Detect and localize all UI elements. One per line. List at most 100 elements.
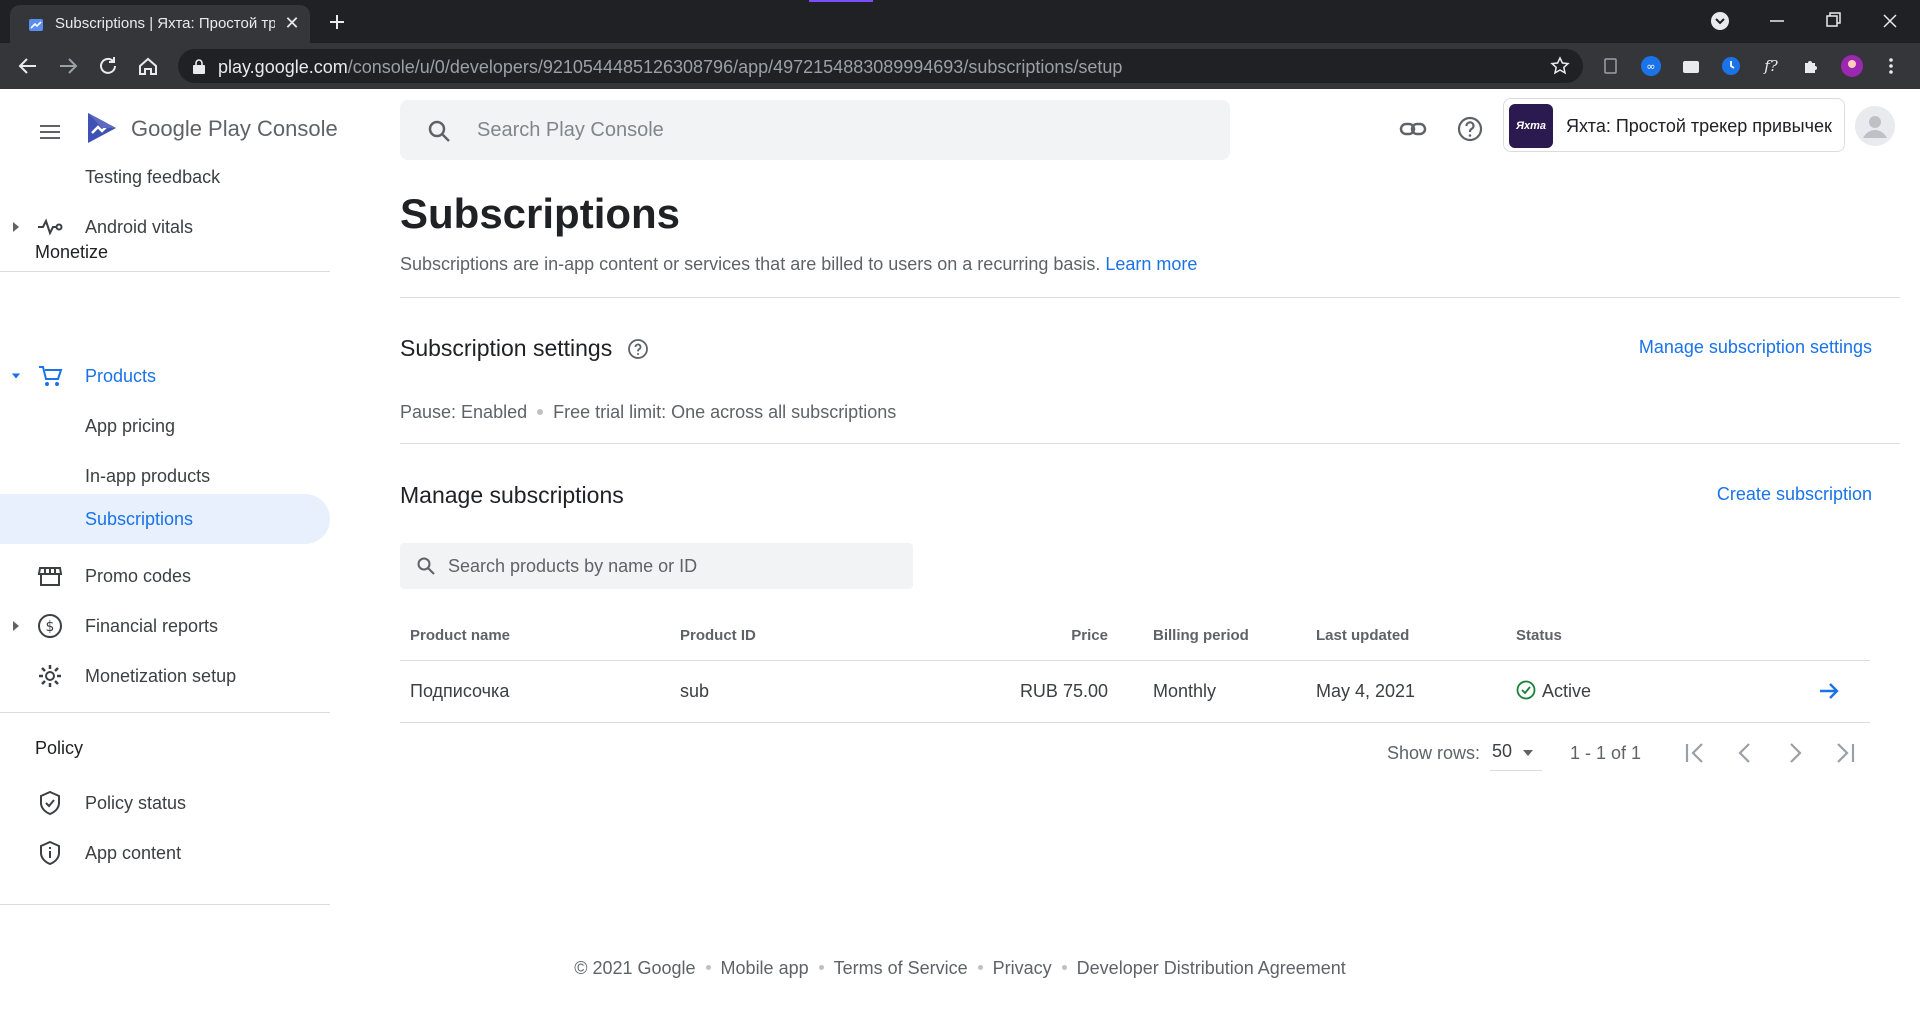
search-icon [428,120,450,142]
footer-link-privacy[interactable]: Privacy [993,958,1052,979]
address-bar[interactable]: play.google.com/console/u/0/developers/9… [178,49,1583,83]
expand-caret-icon[interactable] [11,221,21,233]
pagination-range: 1 - 1 of 1 [1570,743,1642,763]
footer-link-mobile-app[interactable]: Mobile app [721,958,809,979]
tab-close-icon[interactable]: ✕ [282,13,302,33]
link-icon[interactable] [1398,114,1428,144]
url-path: /console/u/0/developers/9210544485126308… [347,57,1123,77]
new-tab-icon[interactable] [325,10,349,34]
extension-clock-icon[interactable] [1720,55,1742,77]
expand-caret-icon[interactable] [11,620,21,632]
tab-search-icon[interactable] [1705,6,1735,36]
collapse-caret-icon[interactable] [11,370,21,382]
help-circle-icon[interactable] [627,338,649,360]
column-header-last-updated[interactable]: Last updated [1306,612,1506,661]
hamburger-menu-icon[interactable] [36,118,64,146]
table-row[interactable]: Подписочка sub RUB 75.00 Monthly May 4, … [400,660,1870,723]
extension-infinity-icon[interactable]: ∞ [1640,55,1662,77]
footer-link-terms[interactable]: Terms of Service [834,958,968,979]
sidebar-item-promo-codes[interactable]: Promo codes [0,552,330,600]
sidebar-item-label: Policy status [85,793,187,813]
column-header-product-name[interactable]: Product name [400,612,670,661]
sidebar-item-monetization-setup[interactable]: Monetization setup [0,652,330,700]
column-header-billing-period[interactable]: Billing period [1118,612,1306,661]
browser-tab[interactable]: Subscriptions | Яхта: Простой тр ✕ [10,5,310,43]
pause-status: Pause: Enabled [400,402,528,422]
sidebar-item-label: Promo codes [85,566,192,586]
last-page-icon[interactable] [1828,736,1862,770]
home-icon[interactable] [134,52,162,80]
forward-icon[interactable] [54,52,82,80]
section-divider [400,443,1900,444]
table-header-row: Product name Product ID Price Billing pe… [400,612,1870,661]
console-search-placeholder: Search Play Console [477,119,664,141]
separator-dot [1061,965,1067,970]
sidebar-item-label: App pricing [85,416,176,436]
page-title: Subscriptions [400,190,681,237]
extensions-puzzle-icon[interactable] [1800,55,1822,77]
play-console-logo-icon [88,113,116,143]
separator-dot [818,965,824,970]
lock-icon[interactable] [192,58,206,74]
url-text: play.google.com/console/u/0/developers/9… [218,57,1122,78]
brand-name-console: Console [256,116,338,141]
console-search-bar[interactable]: Search Play Console [400,100,1230,160]
minimize-icon[interactable] [1762,6,1792,36]
manage-subscriptions-title: Manage subscriptions [400,482,624,508]
footer: © 2021 Google Mobile app Terms of Service P… [0,958,1920,979]
column-header-price[interactable]: Price [870,612,1118,661]
check-circle-icon [1516,680,1536,700]
help-icon[interactable] [1455,114,1485,144]
settings-gear-icon [39,665,61,687]
sidebar-item-financial-reports[interactable]: $ Financial reports [0,602,330,650]
rows-per-page-select[interactable]: 50 [1490,737,1542,771]
app-selector[interactable]: Яхта Яхта: Простой трекер привычек [1503,98,1845,152]
restore-icon[interactable] [1818,6,1848,36]
column-header-product-id[interactable]: Product ID [670,612,870,661]
sidebar-item-label: Products [85,366,157,386]
separator-dot [977,965,983,970]
column-header-status[interactable]: Status [1506,612,1776,661]
section-title-policy: Policy [35,738,84,758]
vitals-pulse-icon [38,218,63,236]
product-search-input[interactable]: Search products by name or ID [400,543,913,589]
brand-name-google-play: Google Play [131,116,251,141]
dropdown-caret-icon [1523,750,1533,756]
manage-subscription-settings-link[interactable]: Manage subscription settings [1639,337,1872,358]
app-icon: Яхта [1509,104,1553,148]
create-subscription-link[interactable]: Create subscription [1717,484,1872,505]
next-page-icon[interactable] [1778,736,1812,770]
previous-page-icon[interactable] [1728,736,1762,770]
extension-copy-icon[interactable] [1600,55,1622,77]
sidebar-item-subscriptions[interactable]: Subscriptions [0,494,330,544]
sidebar-item-label: Monetization setup [85,666,237,686]
sidebar-item-app-content[interactable]: App content [0,829,330,877]
first-page-icon[interactable] [1678,736,1712,770]
sidebar-item-testing-feedback[interactable]: Testing feedback [0,153,330,201]
profile-avatar-icon[interactable] [1840,54,1864,78]
sidebar-divider [0,271,330,272]
footer-copyright: © 2021 Google [574,958,696,978]
extension-box-icon[interactable] [1680,55,1702,77]
back-icon[interactable] [14,52,42,80]
bookmark-star-icon[interactable] [1549,55,1571,77]
sidebar-item-app-pricing[interactable]: App pricing [0,402,330,450]
sidebar-item-policy-status[interactable]: Policy status [0,779,330,827]
learn-more-link[interactable]: Learn more [1105,254,1197,274]
show-rows-label: Show rows: [1387,743,1481,763]
settings-summary: Pause: Enabled Free trial limit: One acro… [400,402,896,423]
sidebar-item-products[interactable]: Products [0,352,330,400]
account-avatar-icon[interactable] [1855,106,1895,146]
browser-menu-icon[interactable] [1880,55,1902,77]
cell-product-id: sub [670,660,870,723]
extension-formula-icon[interactable]: f? [1760,55,1782,77]
free-trial-limit: Free trial limit: One across all subscri… [553,402,897,422]
reload-icon[interactable] [94,52,122,80]
cell-last-updated: May 4, 2021 [1306,660,1506,723]
cart-icon [39,366,63,386]
arrow-right-icon[interactable] [1816,678,1842,704]
footer-link-dda[interactable]: Developer Distribution Agreement [1077,958,1346,979]
svg-text:∞: ∞ [1646,60,1655,73]
sidebar-item-in-app-products[interactable]: In-app products [0,452,330,500]
close-window-icon[interactable] [1875,6,1905,36]
